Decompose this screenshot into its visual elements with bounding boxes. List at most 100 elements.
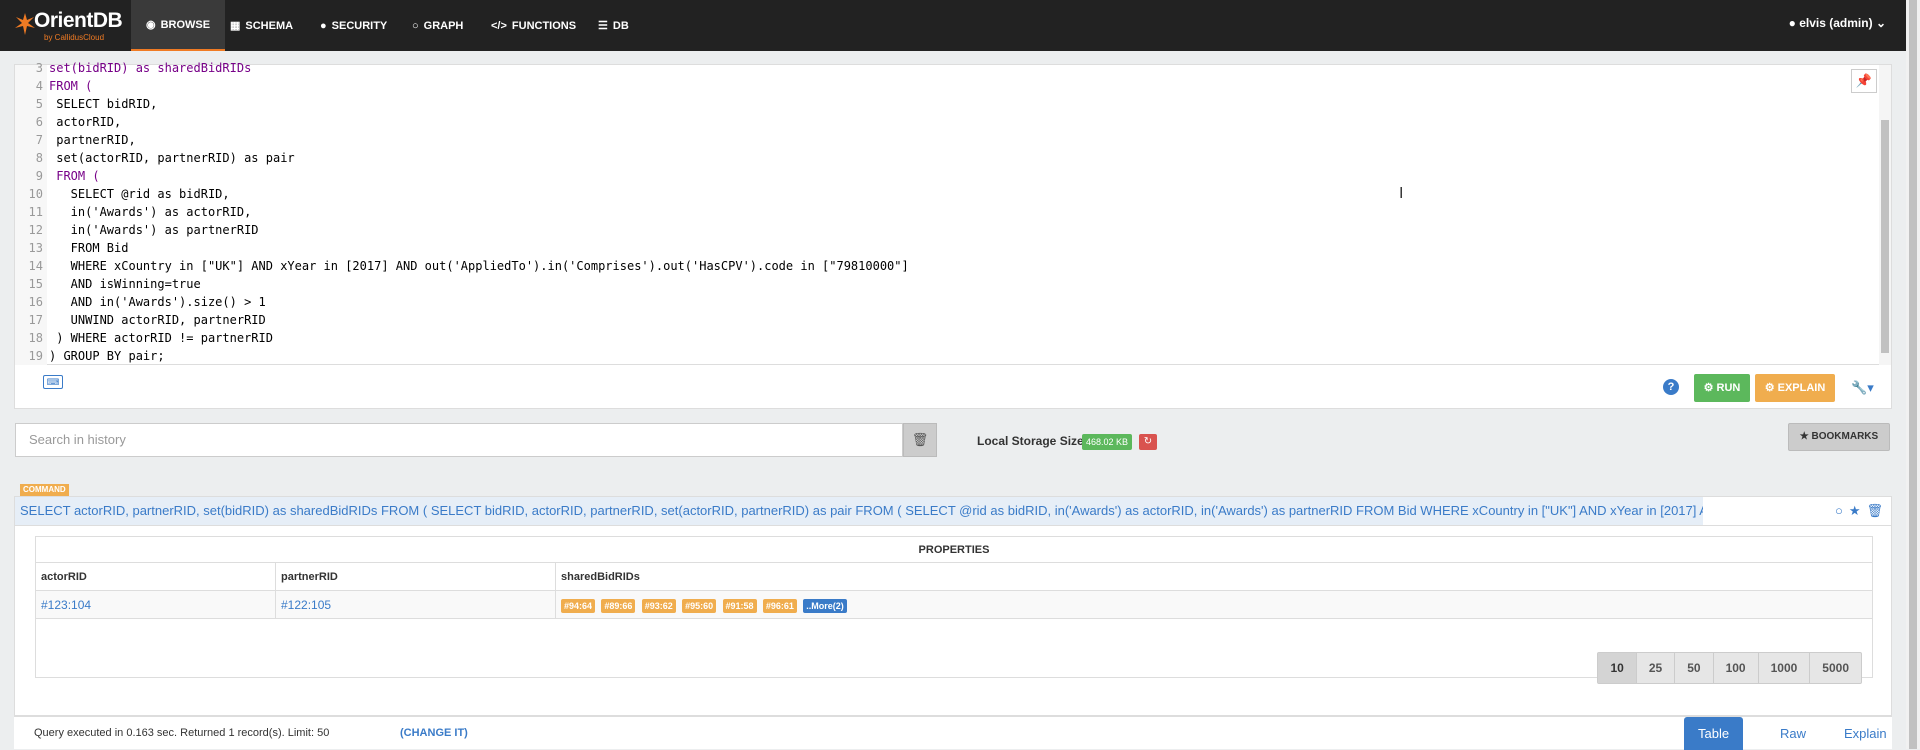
refresh-icon: ↻ xyxy=(1143,436,1153,447)
settings-dropdown[interactable]: 🔧▾ xyxy=(1851,380,1874,396)
page-size-option[interactable]: 100 xyxy=(1714,653,1759,683)
query-actions: ○ ★ 🗑 xyxy=(1835,503,1883,519)
nav-db[interactable]: ☰ DB xyxy=(598,0,629,51)
nav-browse[interactable]: ◉ BROWSE xyxy=(131,0,226,51)
column-header-partnerrid[interactable]: partnerRID xyxy=(276,563,556,591)
rid-link[interactable]: #93:62 xyxy=(641,598,676,613)
line-number: 13 xyxy=(28,241,43,255)
local-storage-label: Local Storage Size xyxy=(977,434,1084,448)
tab-explain[interactable]: Explain xyxy=(1830,717,1901,750)
page-scrollbar[interactable] xyxy=(1906,0,1920,749)
line-code: ) WHERE actorRID != partnerRID xyxy=(49,331,273,345)
code-icon: </> xyxy=(491,19,507,32)
tab-raw[interactable]: Raw xyxy=(1766,717,1820,750)
chevron-down-icon: ⌄ xyxy=(1875,16,1886,30)
rerun-icon[interactable]: ○ xyxy=(1835,503,1843,519)
rid-link[interactable]: #91:58 xyxy=(722,598,757,613)
line-number: 10 xyxy=(28,187,43,201)
cell-actorrid[interactable]: #123:104 xyxy=(36,591,276,619)
page-size-option[interactable]: 1000 xyxy=(1759,653,1811,683)
orientdb-logo-icon xyxy=(15,13,35,35)
line-number: 16 xyxy=(28,295,43,309)
bookmarks-label: BOOKMARKS xyxy=(1811,431,1879,442)
line-number: 5 xyxy=(35,97,43,111)
line-code: partnerRID, xyxy=(49,133,136,147)
editor-scrollbar[interactable] xyxy=(1879,65,1891,366)
table-icon: ▦ xyxy=(230,19,241,32)
wrench-icon: 🔧 xyxy=(1851,380,1868,395)
line-number: 7 xyxy=(35,133,43,147)
reset-storage-button[interactable]: ↻ xyxy=(1139,434,1157,450)
orientdb-logo[interactable]: OrientDB by CallidusCloud xyxy=(14,7,123,43)
line-number: 4 xyxy=(35,79,43,93)
nav-browse-label: BROWSE xyxy=(160,18,211,31)
user-menu[interactable]: ● elvis (admin) ⌄ xyxy=(1789,0,1886,51)
page-scrollbar-thumb[interactable] xyxy=(1909,0,1917,749)
editor-toolbar: ⌨ ? ⚙ RUN ⚙ EXPLAIN 🔧▾ xyxy=(14,365,1892,409)
keyboard-icon: ⌨ xyxy=(46,377,60,387)
line-code: WHERE xCountry in ["UK"] AND xYear in [2… xyxy=(49,259,909,273)
cell-partnerrid[interactable]: #122:105 xyxy=(276,591,556,619)
line-number: 6 xyxy=(35,115,43,129)
run-button[interactable]: ⚙ RUN xyxy=(1694,374,1750,402)
line-code: AND in('Awards').size() > 1 xyxy=(49,295,266,309)
page-size-selector: 10 25 50 100 1000 5000 xyxy=(1597,652,1862,684)
help-button[interactable]: ? xyxy=(1663,379,1679,395)
line-code: ) GROUP BY pair; xyxy=(49,349,165,363)
rid-link[interactable]: #89:66 xyxy=(601,598,636,613)
line-code: UNWIND actorRID, partnerRID xyxy=(49,313,266,327)
page-size-option[interactable]: 50 xyxy=(1675,653,1714,683)
column-header-sharedbidrids[interactable]: sharedBidRIDs xyxy=(556,563,1872,591)
nav-graph[interactable]: ○ GRAPH xyxy=(412,0,463,51)
history-search-input[interactable]: Search in history xyxy=(15,423,903,457)
column-header-actorrid[interactable]: actorRID xyxy=(36,563,276,591)
line-code: in('Awards') as partnerRID xyxy=(49,223,259,237)
nav-functions[interactable]: </> FUNCTIONS xyxy=(491,0,576,51)
line-code: set(bidRID) as sharedBidRIDs xyxy=(49,61,252,75)
change-limit-link[interactable]: (CHANGE IT) xyxy=(400,727,468,739)
eye-icon: ◉ xyxy=(146,18,156,31)
line-code: SELECT @rid as bidRID, xyxy=(49,187,230,201)
nav-security[interactable]: ● SECURITY xyxy=(320,0,387,51)
user-icon: ● xyxy=(1788,16,1796,30)
run-label: RUN xyxy=(1716,382,1741,394)
bookmarks-button[interactable]: ★ BOOKMARKS xyxy=(1788,423,1890,451)
page-size-option[interactable]: 5000 xyxy=(1810,653,1861,683)
line-number: 3 xyxy=(35,61,43,75)
pin-editor-button[interactable]: 📌 xyxy=(1851,69,1877,93)
delete-icon[interactable]: 🗑 xyxy=(1866,503,1883,519)
line-number: 9 xyxy=(35,169,43,183)
explain-button[interactable]: ⚙ EXPLAIN xyxy=(1755,374,1835,402)
user-name: elvis (admin) xyxy=(1799,16,1873,30)
line-number: 17 xyxy=(28,313,43,327)
nav-db-label: DB xyxy=(612,19,629,32)
line-code: in('Awards') as actorRID, xyxy=(49,205,252,219)
editor-scrollbar-thumb[interactable] xyxy=(1881,120,1889,353)
pin-icon: 📌 xyxy=(1855,73,1873,88)
line-code: actorRID, xyxy=(49,115,122,129)
bookmark-star-icon[interactable]: ★ xyxy=(1849,503,1861,519)
page-size-option[interactable]: 10 xyxy=(1598,653,1637,683)
nav-schema[interactable]: ▦ SCHEMA xyxy=(230,0,293,51)
clear-history-button[interactable]: 🗑 xyxy=(903,423,937,457)
line-number: 14 xyxy=(28,259,43,273)
page-size-option[interactable]: 25 xyxy=(1637,653,1676,683)
rid-link[interactable]: #95:60 xyxy=(682,598,717,613)
executed-query-text[interactable]: SELECT actorRID, partnerRID, set(bidRID)… xyxy=(15,497,1703,525)
tab-table[interactable]: Table xyxy=(1684,717,1744,750)
trash-icon: 🗑 xyxy=(911,432,929,447)
keyboard-shortcuts-button[interactable]: ⌨ xyxy=(43,375,63,389)
top-navbar: OrientDB by CallidusCloud ◉ BROWSE ▦ SCH… xyxy=(0,0,1920,51)
gear-icon: ⚙ xyxy=(1703,382,1714,394)
line-code: FROM ( xyxy=(49,169,100,183)
more-rids-button[interactable]: ..More(2) xyxy=(803,598,847,613)
command-tag: COMMAND xyxy=(20,484,69,496)
properties-header: PROPERTIES xyxy=(36,537,1872,563)
nav-graph-label: GRAPH xyxy=(423,19,464,32)
rid-link[interactable]: #96:61 xyxy=(762,598,797,613)
chevron-down-icon: ▾ xyxy=(1867,380,1874,395)
local-storage-size-badge: 468.02 KB xyxy=(1082,434,1133,450)
query-editor[interactable]: 3 set(bidRID) as sharedBidRIDs 4 FROM ( 5 … xyxy=(14,61,1892,366)
rid-link[interactable]: #94:64 xyxy=(561,598,596,613)
gears-icon: ⚙ xyxy=(1764,382,1775,394)
